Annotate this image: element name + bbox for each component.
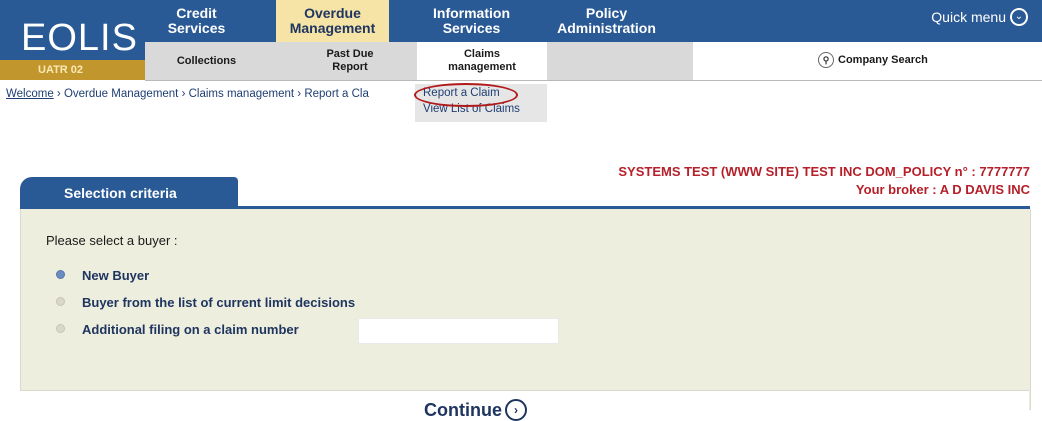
tab-label-line2: Management xyxy=(289,20,376,36)
breadcrumb-home-link[interactable]: Welcome xyxy=(6,88,54,100)
subtab-past-due-report[interactable]: Past Due Report xyxy=(295,42,405,80)
broker-info: Your broker : A D DAVIS INC xyxy=(855,182,1030,197)
breadcrumb-separator: › xyxy=(53,88,64,100)
radio-buyer-from-list[interactable] xyxy=(56,297,65,306)
breadcrumb-item-current: Report a Cla xyxy=(304,88,369,100)
tab-overdue-management[interactable]: Overdue Management xyxy=(276,0,389,42)
radio-additional-filing[interactable] xyxy=(56,324,65,333)
claim-number-input[interactable] xyxy=(358,318,559,344)
chevron-down-circle-icon: ⌄ xyxy=(1010,8,1028,26)
tab-policy-administration[interactable]: Policy Administration xyxy=(550,0,663,42)
tab-label-line1: Credit xyxy=(176,5,217,21)
logo-text: EOLIS xyxy=(21,17,138,59)
tab-label-line1: Overdue xyxy=(304,5,361,21)
logo[interactable]: EOLIS UATR 02 xyxy=(0,0,145,80)
quick-menu-label: Quick menu xyxy=(931,9,1006,25)
highlight-circle xyxy=(414,83,518,107)
breadcrumb-item: Overdue Management xyxy=(63,88,179,100)
magnifier-icon: ⚲ xyxy=(818,52,834,68)
tab-credit-services[interactable]: Credit Services xyxy=(145,0,248,42)
tab-label-line2: Administration xyxy=(557,20,656,36)
tab-label-line1: Information xyxy=(433,5,510,21)
logo-environment-label: UATR 02 xyxy=(0,60,145,80)
company-search-label: Company Search xyxy=(838,54,928,66)
tab-label-line1: Policy xyxy=(585,5,628,21)
breadcrumb: Welcome › Overdue Management › Claims ma… xyxy=(6,88,421,100)
option-label-new-buyer: New Buyer xyxy=(82,268,150,283)
subtab-claims-management[interactable]: Claims management xyxy=(417,42,547,80)
radio-new-buyer[interactable] xyxy=(56,270,65,279)
continue-button[interactable]: Continue › xyxy=(424,399,527,421)
tab-information-services[interactable]: Information Services xyxy=(415,0,528,42)
subtab-label-line1: Collections xyxy=(176,54,237,67)
continue-label: Continue xyxy=(424,399,502,420)
policy-info: SYSTEMS TEST (WWW SITE) TEST INC DOM_POL… xyxy=(618,164,1030,179)
subtab-label-line1: Claims xyxy=(463,48,501,60)
breadcrumb-item: Claims management xyxy=(188,88,295,100)
section-title-tab: Selection criteria xyxy=(20,177,238,207)
search-area: ⚲ Company Search xyxy=(693,42,1042,80)
subtab-label-line2: Report xyxy=(332,61,368,73)
tab-label-line2: Services xyxy=(442,20,501,36)
subtab-label-line1: Past Due xyxy=(326,48,374,60)
company-search-link[interactable]: ⚲ Company Search xyxy=(818,52,928,68)
buyer-prompt: Please select a buyer : xyxy=(46,233,178,248)
chevron-right-circle-icon: › xyxy=(505,399,527,421)
breadcrumb-separator: › xyxy=(294,88,305,100)
top-nav-bar: Credit Services Overdue Management Infor… xyxy=(145,0,1042,42)
breadcrumb-separator: › xyxy=(178,88,189,100)
option-label-buyer-from-list: Buyer from the list of current limit dec… xyxy=(82,295,356,310)
quick-menu-button[interactable]: Quick menu ⌄ xyxy=(931,0,1028,34)
sub-nav-bar: Collections Past Due Report Claims manag… xyxy=(145,42,1042,81)
subtab-label-line2: management xyxy=(448,61,516,73)
option-label-additional-filing: Additional filing on a claim number xyxy=(82,322,299,337)
tab-label-line2: Services xyxy=(167,20,226,36)
subtab-collections[interactable]: Collections xyxy=(145,42,268,80)
